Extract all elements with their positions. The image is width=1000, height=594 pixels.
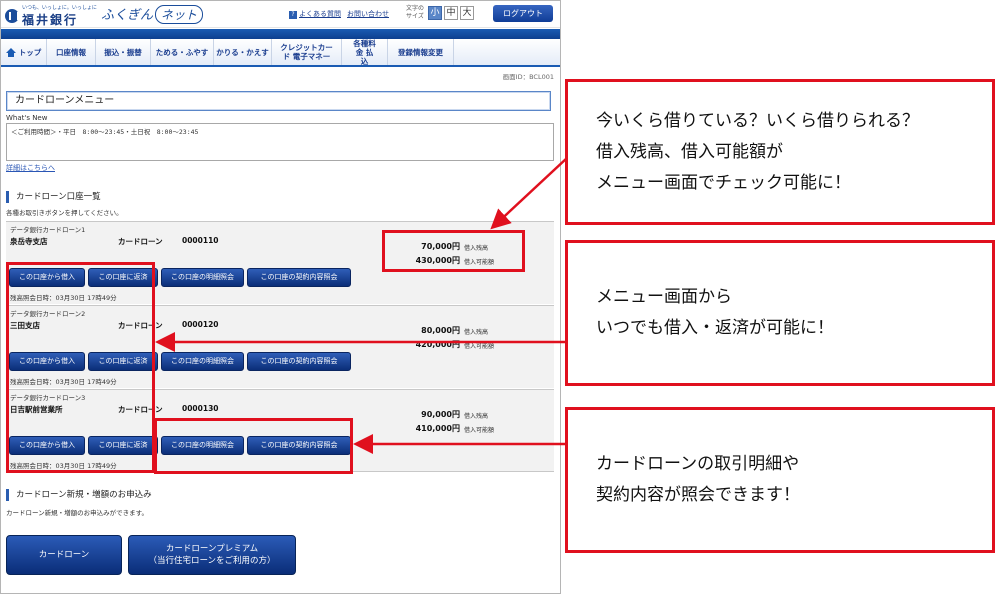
account-number: 0000110 bbox=[182, 236, 219, 245]
account-list-heading: カードローン口座一覧 bbox=[6, 191, 101, 203]
callout-line: 借入残高、借入可能額が bbox=[596, 141, 783, 162]
account-number: 0000130 bbox=[182, 404, 219, 413]
service-logo[interactable]: ふくぎん ネット bbox=[101, 4, 204, 24]
callout-line: カードローンの取引明細や bbox=[596, 454, 800, 474]
available-amount: 410,000円 bbox=[415, 424, 460, 433]
card-loan-premium-apply-button[interactable]: カードローンプレミアム （当行住宅ローンをご利用の方） bbox=[128, 535, 296, 575]
borrow-repay-highlight-box bbox=[6, 262, 155, 473]
contract-button[interactable]: この口座の契約内容照会 bbox=[247, 352, 351, 371]
nav-item-top[interactable]: トップ bbox=[1, 39, 47, 65]
callout-inquiry: カードローンの取引明細や 契約内容が照会できます！ bbox=[565, 407, 995, 553]
detail-link[interactable]: 詳細はこちらへ bbox=[6, 163, 55, 173]
faq-link[interactable]: ? よくある質問 bbox=[289, 9, 341, 19]
bank-tagline: いつも、いっしょに。いっしょに bbox=[22, 5, 97, 11]
account-type: カードローン bbox=[118, 237, 163, 246]
statement-button[interactable]: この口座の明細照会 bbox=[161, 268, 244, 287]
font-size-label: 文字の サイズ bbox=[406, 5, 425, 20]
balance-highlight-box bbox=[382, 230, 525, 272]
callout-borrow-repay: メニュー画面から いつでも借入・返済が可能に！ bbox=[565, 240, 995, 386]
page-title: カードローンメニュー bbox=[6, 91, 551, 111]
nav-item-account-info[interactable]: 口座情報 bbox=[47, 39, 96, 65]
inquiry-highlight-box bbox=[154, 418, 353, 474]
callout-line: 契約内容が照会できます！ bbox=[596, 485, 800, 505]
bank-logo[interactable]: いつも、いっしょに。いっしょに 福井銀行 bbox=[5, 4, 97, 27]
loan-balance: 90,000円 bbox=[421, 410, 460, 419]
font-size-large-button[interactable]: 大 bbox=[460, 6, 474, 20]
nav-item-transfer[interactable]: 振込・振替 bbox=[96, 39, 151, 65]
callout-line: 今いくら借りている？いくら借りられる？ bbox=[596, 110, 919, 131]
nav-item-credit-card[interactable]: クレジットカード 電子マネー bbox=[272, 39, 342, 65]
loan-balance-label: 借入残高 bbox=[464, 329, 489, 336]
service-name-a: ふくぎん bbox=[101, 8, 154, 23]
nav-item-save[interactable]: ためる・ふやす bbox=[151, 39, 214, 65]
faq-link-label: よくある質問 bbox=[299, 10, 341, 18]
logout-button[interactable]: ログアウト bbox=[493, 5, 553, 22]
contact-link[interactable]: お問い合わせ bbox=[347, 9, 389, 19]
available-amount-label: 借入可能額 bbox=[464, 427, 495, 434]
card-loan-apply-button[interactable]: カードローン bbox=[6, 535, 122, 575]
callout-line: いつでも借入・返済が可能に！ bbox=[596, 318, 834, 338]
account-branch: 泉岳寺支店 bbox=[10, 237, 48, 246]
nav-item-registration[interactable]: 登録情報変更 bbox=[388, 39, 454, 65]
contract-button[interactable]: この口座の契約内容照会 bbox=[247, 268, 351, 287]
nav-top-bar bbox=[1, 29, 560, 39]
nav-item-top-label: トップ bbox=[18, 47, 42, 57]
question-icon: ? bbox=[289, 11, 297, 19]
statement-button[interactable]: この口座の明細照会 bbox=[161, 352, 244, 371]
nav-item-payments[interactable]: 各種料金 払込 bbox=[342, 39, 388, 66]
apply-heading: カードローン新規・増額のお申込み bbox=[6, 489, 152, 501]
screen-id: 画面ID：BCL001 bbox=[502, 73, 554, 81]
service-name-b: ネット bbox=[155, 5, 204, 24]
callout-line: メニュー画面でチェック可能に！ bbox=[596, 172, 851, 193]
account-title: データ銀行カードローン1 bbox=[10, 226, 86, 234]
font-size-medium-button[interactable]: 中 bbox=[444, 6, 458, 20]
nav-item-borrow[interactable]: かりる・かえす bbox=[214, 39, 272, 65]
account-number: 0000120 bbox=[182, 320, 219, 329]
callout-line: メニュー画面から bbox=[596, 287, 732, 307]
header: いつも、いっしょに。いっしょに 福井銀行 ふくぎん ネット ? よくある質問 お問い… bbox=[1, 1, 560, 28]
loan-balance: 80,000円 bbox=[421, 326, 460, 335]
apply-note: カードローン新規・増額のお申込みができます。 bbox=[6, 509, 149, 517]
callout-balance: 今いくら借りている？いくら借りられる？ 借入残高、借入可能額が メニュー画面でチ… bbox=[565, 79, 995, 225]
font-size-small-button[interactable]: 小 bbox=[428, 6, 442, 20]
available-amount: 420,000円 bbox=[415, 340, 460, 349]
whats-new-box: ＜ご利用時間＞・平日 8:00～23:45・土日祝 8:00～23:45 bbox=[6, 123, 554, 161]
global-nav: トップ 口座情報 振込・振替 ためる・ふやす かりる・かえす クレジットカード … bbox=[1, 39, 560, 67]
available-amount-label: 借入可能額 bbox=[464, 343, 495, 350]
home-icon bbox=[5, 47, 16, 57]
account-list-note: 各種お取引きボタンを押してください。 bbox=[6, 209, 123, 217]
bank-name: 福井銀行 bbox=[22, 13, 79, 27]
whats-new-label: What's New bbox=[6, 114, 48, 122]
loan-balance-label: 借入残高 bbox=[464, 413, 489, 420]
bank-logo-mark-icon bbox=[5, 9, 19, 23]
